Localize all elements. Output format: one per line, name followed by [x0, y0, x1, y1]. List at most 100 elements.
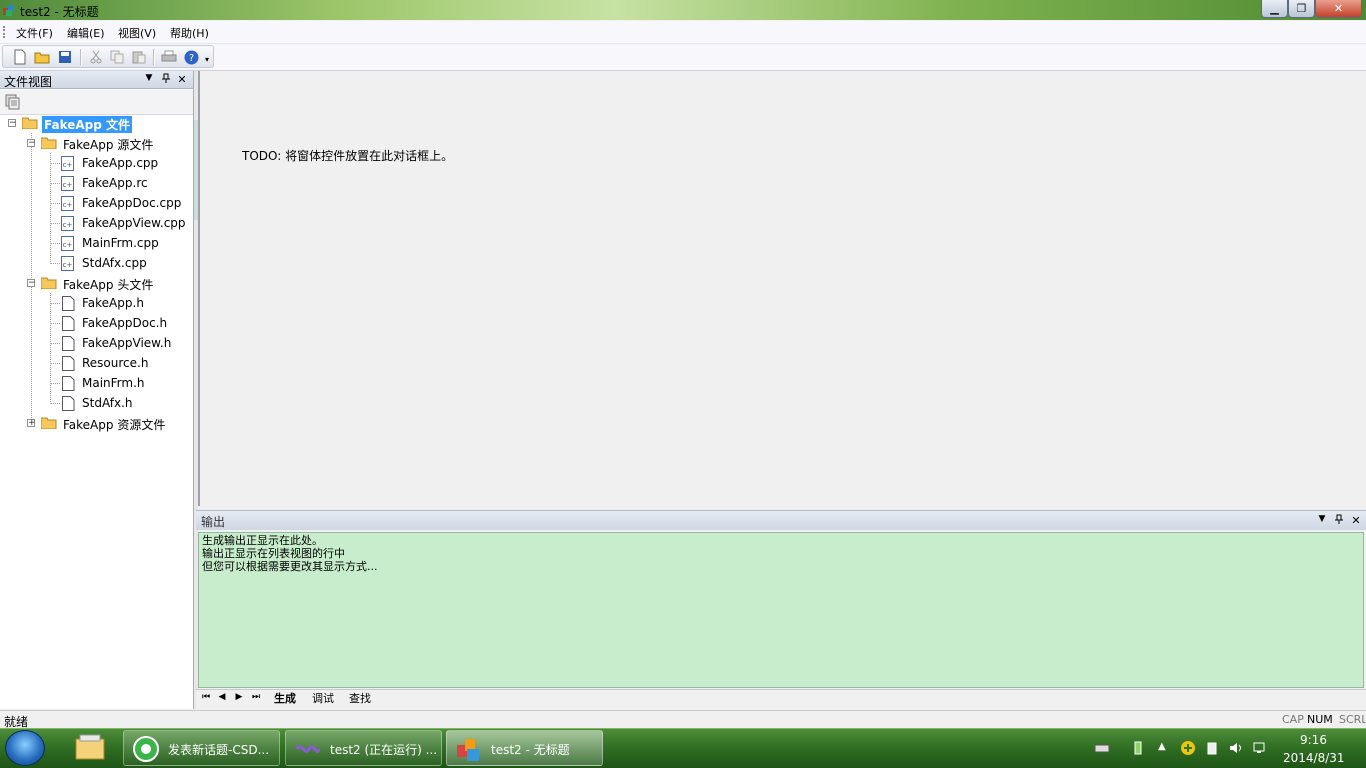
- output-text-area[interactable]: [198, 532, 1364, 688]
- tree-root[interactable]: − FakeApp 文件: [0, 114, 190, 134]
- svg-text:c+: c+: [63, 241, 73, 249]
- clock-date[interactable]: 2014/8/31: [1283, 751, 1345, 765]
- cpp-file-icon: c+: [61, 156, 74, 171]
- cpp-file-icon: c+: [61, 196, 74, 211]
- cpp-file-icon: c+: [61, 176, 74, 191]
- volume-icon[interactable]: [1228, 740, 1244, 756]
- pane-dropdown-icon[interactable]: ▼: [143, 73, 155, 83]
- cpp-file-icon: c+: [61, 216, 74, 231]
- next-tab-icon[interactable]: ▶: [233, 692, 245, 702]
- show-hidden-icons-icon[interactable]: ▲: [1158, 741, 1166, 752]
- folder-open-icon: [22, 117, 38, 129]
- output-dropdown-icon[interactable]: ▼: [1316, 514, 1328, 524]
- prev-tab-icon[interactable]: ◀: [216, 692, 228, 702]
- tree-file-label: FakeAppDoc.cpp: [82, 196, 182, 210]
- taskbar-item-label: test2 - 无标题: [491, 743, 570, 757]
- keyboard-icon[interactable]: [1094, 740, 1110, 756]
- tree-file[interactable]: c+ StdAfx.cpp: [0, 254, 190, 274]
- first-tab-icon[interactable]: ⏮: [200, 692, 212, 702]
- collapse-icon[interactable]: −: [27, 279, 36, 288]
- tree-file[interactable]: c+ FakeAppView.cpp: [0, 214, 190, 234]
- header-file-icon: [62, 396, 75, 411]
- taskbar-item-test2[interactable]: test2 - 无标题: [446, 730, 603, 766]
- maximize-button[interactable]: ❐: [1288, 0, 1315, 18]
- collapse-icon[interactable]: −: [8, 119, 17, 128]
- menu-view[interactable]: 视图(V): [118, 25, 156, 41]
- taskbar-item-browser[interactable]: 发表新话题-CSD...: [123, 730, 280, 766]
- pin-icon[interactable]: [160, 73, 172, 86]
- clock-time[interactable]: 9:16: [1300, 733, 1327, 747]
- folder-icon: [41, 417, 57, 429]
- tray-app-icon[interactable]: [1180, 740, 1196, 756]
- header-file-icon: [62, 356, 75, 371]
- tree-file-label: FakeAppView.cpp: [82, 216, 186, 230]
- collapse-icon[interactable]: −: [27, 139, 36, 148]
- tab-find[interactable]: 查找: [349, 690, 371, 706]
- caps-indicator: CAP: [1282, 713, 1304, 726]
- tree-file[interactable]: MainFrm.h: [0, 374, 190, 394]
- menu-help[interactable]: 帮助(H): [170, 25, 209, 41]
- output-close-icon[interactable]: ✕: [1350, 514, 1362, 527]
- toolbar-separator: [80, 49, 82, 65]
- output-pin-icon[interactable]: [1333, 514, 1345, 527]
- main-view: [198, 71, 1366, 506]
- tree-file[interactable]: c+ MainFrm.cpp: [0, 234, 190, 254]
- pane-close-icon[interactable]: ✕: [176, 73, 188, 86]
- num-indicator: NUM: [1307, 713, 1333, 726]
- save-icon[interactable]: [57, 49, 73, 65]
- tree-file[interactable]: FakeAppDoc.h: [0, 314, 190, 334]
- tree-folder-label: FakeApp 头文件: [63, 278, 154, 292]
- tree-folder-resource[interactable]: + FakeApp 资源文件: [0, 414, 190, 434]
- last-tab-icon[interactable]: ⏭: [250, 692, 262, 702]
- print-icon[interactable]: [161, 49, 177, 65]
- usb-icon[interactable]: [1204, 740, 1220, 756]
- folder-open-icon: [41, 137, 57, 149]
- new-icon[interactable]: [12, 49, 28, 65]
- menu-file[interactable]: 文件(F): [16, 25, 53, 41]
- explorer-icon[interactable]: [72, 731, 108, 765]
- expand-icon[interactable]: +: [27, 419, 36, 428]
- tree-folder-header[interactable]: − FakeApp 头文件: [0, 274, 190, 294]
- tree-file-label: MainFrm.cpp: [82, 236, 159, 250]
- svg-text:c+: c+: [63, 261, 73, 269]
- app-icon: [3, 5, 14, 16]
- cut-icon[interactable]: [88, 49, 104, 65]
- window-title: test2 - 无标题: [20, 5, 99, 19]
- tab-build[interactable]: 生成: [274, 690, 296, 706]
- cpp-file-icon: c+: [61, 256, 74, 271]
- tree-file[interactable]: FakeApp.h: [0, 294, 190, 314]
- tree-folder-source[interactable]: − FakeApp 源文件: [0, 134, 190, 154]
- tree-file-label: StdAfx.cpp: [82, 256, 147, 270]
- output-line: 但您可以根据需要更改其显示方式...: [202, 560, 378, 573]
- close-button[interactable]: ✕: [1315, 0, 1362, 18]
- open-icon[interactable]: [34, 49, 50, 65]
- paste-icon[interactable]: [131, 49, 147, 65]
- todo-text: TODO: 将窗体控件放置在此对话框上。: [242, 149, 454, 163]
- tree-file[interactable]: c+ FakeApp.cpp: [0, 154, 190, 174]
- header-file-icon: [62, 296, 75, 311]
- tree-file[interactable]: Resource.h: [0, 354, 190, 374]
- tree-file[interactable]: c+ FakeAppDoc.cpp: [0, 194, 190, 214]
- toolbar-overflow-icon[interactable]: ▾: [205, 55, 209, 64]
- network-icon[interactable]: [1252, 740, 1268, 756]
- tree-file-label: FakeAppView.h: [82, 336, 172, 350]
- output-line: 生成输出正显示在此处。: [202, 534, 323, 547]
- start-button[interactable]: [5, 730, 45, 766]
- tree-file-label: FakeAppDoc.h: [82, 316, 168, 330]
- tree-folder-label: FakeApp 源文件: [63, 138, 154, 152]
- menu-edit[interactable]: 编辑(E): [67, 25, 105, 41]
- tree-file[interactable]: c+ FakeApp.rc: [0, 174, 190, 194]
- output-title: 输出: [201, 515, 226, 529]
- menu-grip[interactable]: [3, 26, 7, 38]
- tree-file[interactable]: StdAfx.h: [0, 394, 190, 414]
- taskbar-item-visual-studio[interactable]: test2 (正在运行) ...: [285, 730, 442, 766]
- copy-icon[interactable]: [109, 49, 125, 65]
- tree-file[interactable]: FakeAppView.h: [0, 334, 190, 354]
- properties-icon[interactable]: [5, 94, 21, 110]
- help-icon[interactable]: ?: [183, 49, 199, 65]
- svg-text:c+: c+: [63, 161, 73, 169]
- minimize-button[interactable]: ▁: [1261, 0, 1288, 18]
- tab-debug[interactable]: 调试: [312, 690, 334, 706]
- tree-file-label: FakeApp.cpp: [82, 156, 159, 170]
- battery-icon[interactable]: [1130, 740, 1146, 756]
